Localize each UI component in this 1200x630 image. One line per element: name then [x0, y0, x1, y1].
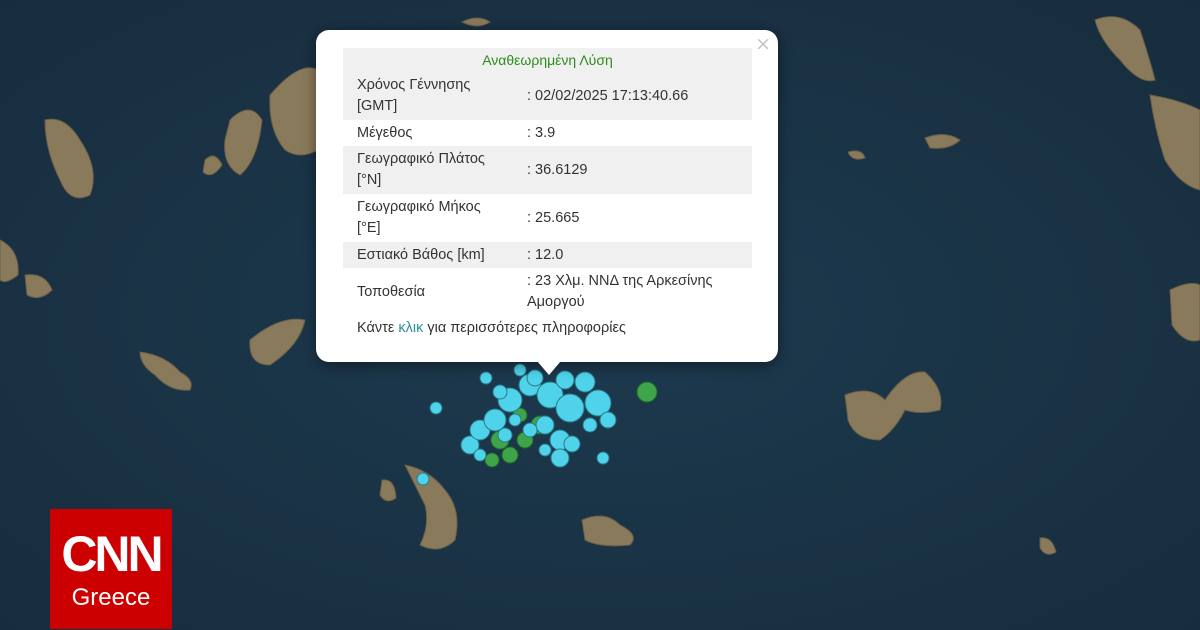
footer-prefix: Κάντε	[357, 320, 399, 336]
row-label: Γεωγραφικό Πλάτος [°N]	[357, 151, 485, 188]
quake-marker-older	[636, 381, 658, 403]
table-row: Γεωγραφικό Πλάτος [°N] : 36.6129	[343, 146, 752, 194]
row-label: Μέγεθος	[357, 124, 413, 141]
popup-pointer	[537, 361, 561, 375]
quake-marker-recent	[535, 415, 555, 435]
logo-region: Greece	[71, 584, 151, 611]
table-row: Γεωγραφικό Μήκος [°E] : 25.665	[343, 194, 752, 242]
close-icon[interactable]: ×	[755, 34, 771, 54]
table-row: Τοποθεσία : 23 Χλμ. ΝΝΔ της Αρκεσίνης Αμ…	[343, 268, 752, 316]
quake-marker-recent	[483, 408, 507, 432]
row-value: : 02/02/2025 17:13:40.66	[527, 87, 689, 104]
cnn-greece-logo: CNN Greece	[50, 509, 172, 629]
earthquake-details-table: Χρόνος Γέννησης [GMT] : 02/02/2025 17:13…	[343, 72, 752, 316]
logo-brand: CNN	[61, 526, 163, 582]
quake-marker-recent	[513, 363, 527, 377]
quake-marker-recent	[582, 417, 598, 433]
quake-marker-recent	[492, 384, 508, 400]
quake-marker-recent	[574, 371, 596, 393]
quake-marker-recent	[429, 401, 443, 415]
quake-marker-recent	[473, 448, 487, 462]
quake-marker-recent	[538, 443, 552, 457]
quake-marker-recent	[550, 448, 570, 468]
quake-marker-older	[484, 452, 500, 468]
footer-suffix: για περισσότερες πληροφορίες	[423, 320, 626, 336]
row-label: Χρόνος Γέννησης [GMT]	[357, 77, 471, 114]
row-value: : 36.6129	[527, 161, 588, 178]
quake-marker-recent	[563, 435, 581, 453]
quake-marker-recent	[596, 451, 610, 465]
table-row: Εστιακό Βάθος [km] : 12.0	[343, 242, 752, 268]
table-row: Χρόνος Γέννησης [GMT] : 02/02/2025 17:13…	[343, 72, 752, 120]
row-label: Γεωγραφικό Μήκος [°E]	[357, 199, 481, 236]
quake-marker-recent	[522, 422, 538, 438]
row-label: Εστιακό Βάθος [km]	[357, 246, 485, 263]
popup-title: Αναθεωρημένη Λύση	[343, 48, 752, 72]
earthquake-info-popup: × Αναθεωρημένη Λύση Χρόνος Γέννησης [GMT…	[316, 30, 778, 375]
row-value: : 12.0	[527, 246, 564, 263]
row-label: Τοποθεσία	[357, 283, 426, 300]
table-row: Μέγεθος : 3.9	[343, 120, 752, 146]
more-info-link[interactable]: κλικ	[398, 320, 423, 336]
quake-marker-recent	[416, 472, 430, 486]
row-value: : 25.665	[527, 209, 580, 226]
quake-marker-recent	[508, 413, 522, 427]
row-value: : 3.9	[527, 124, 556, 141]
quake-marker-recent	[479, 371, 493, 385]
quake-marker-recent	[497, 427, 513, 443]
quake-marker-recent	[555, 393, 585, 423]
row-value: : 23 Χλμ. ΝΝΔ της Αρκεσίνης Αμοργού	[527, 273, 713, 310]
quake-marker-older	[501, 446, 519, 464]
popup-footer: Κάντε κλικ για περισσότερες πληροφορίες	[357, 320, 626, 336]
satellite-map[interactable]: × Αναθεωρημένη Λύση Χρόνος Γέννησης [GMT…	[0, 0, 1200, 630]
quake-marker-recent	[599, 411, 617, 429]
